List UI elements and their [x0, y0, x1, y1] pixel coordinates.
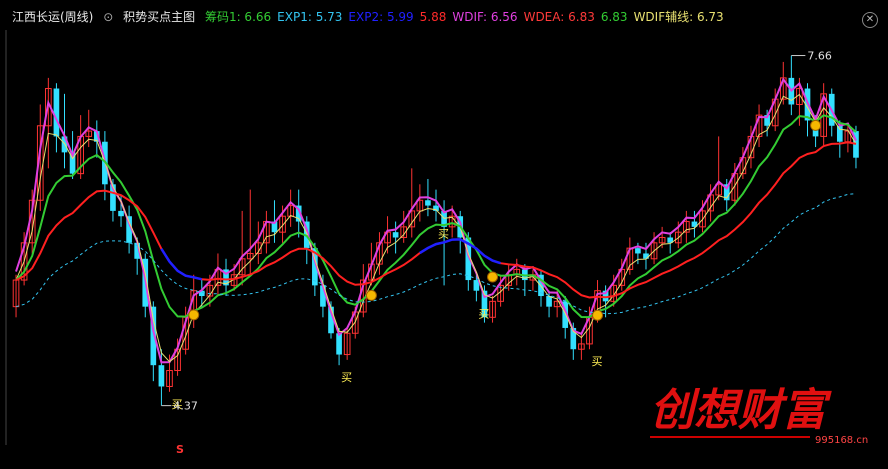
watermark-text: 创想财富 [650, 385, 832, 436]
legend-item-5: WDEA: 6.83 [523, 10, 595, 24]
watermark-url: 995168.cn [815, 435, 868, 446]
chart-area[interactable]: 买买买买买 7.66 4.37 创想财富 995168.cn [0, 0, 888, 469]
candle-body-down [635, 248, 641, 254]
legend-item-6: 6.83 [600, 10, 628, 24]
min-price-label: 4.37 [173, 400, 198, 413]
indicator-legend: 江西长运(周线) ⊙ 积势买点主图 筹码1: 6.66 EXP1: 5.73 EXP… [12, 8, 730, 25]
buy-label: 买 [438, 228, 449, 241]
indicator-name[interactable]: 积势买点主图 [123, 10, 195, 24]
line-1 [15, 93, 857, 363]
legend-item-3: 5.88 [419, 10, 447, 24]
indicator-header: 江西长运(周线) ⊙ 积势买点主图 筹码1: 6.66 EXP1: 5.73 EXP… [0, 0, 888, 30]
buy-label: 买 [341, 371, 352, 384]
bottom-indicator-strip: S [0, 443, 888, 469]
candle-body-down [158, 365, 165, 387]
candle-body-down [836, 125, 843, 142]
candle-body-down [118, 210, 124, 217]
buy-label: 买 [591, 355, 602, 368]
legend-item-1: EXP1: 5.73 [277, 10, 343, 24]
candlestick-chart[interactable]: 买买买买买7.664.37 创想财富995168.cn [0, 0, 888, 469]
line-exp2-segment [160, 248, 203, 281]
candle-body-down [53, 88, 60, 137]
stock-title: 江西长运(周线) [12, 10, 94, 24]
candle-body-down [643, 253, 649, 259]
candle-body-down [336, 333, 342, 355]
s-marker: S [176, 443, 184, 456]
legend-item-2: EXP2: 5.99 [348, 10, 414, 24]
legend-item-4: WDIF: 6.56 [452, 10, 518, 24]
buy-dot [365, 289, 377, 301]
candle-body-down [425, 200, 431, 206]
buy-dot [592, 309, 604, 321]
legend-item-7: WDIF辅线: 6.73 [633, 10, 724, 24]
buy-dot [810, 119, 822, 131]
close-icon[interactable]: ✕ [862, 12, 878, 28]
buy-dot [487, 271, 499, 283]
buy-label: 买 [478, 307, 489, 320]
indicator-dropdown-icon[interactable]: ⊙ [103, 10, 113, 24]
candle-body-down [392, 232, 399, 238]
legend-item-0: 筹码1: 6.66 [204, 10, 272, 24]
max-price-label: 7.66 [807, 50, 832, 63]
candle-body-down [546, 296, 552, 307]
buy-dot [188, 309, 200, 321]
